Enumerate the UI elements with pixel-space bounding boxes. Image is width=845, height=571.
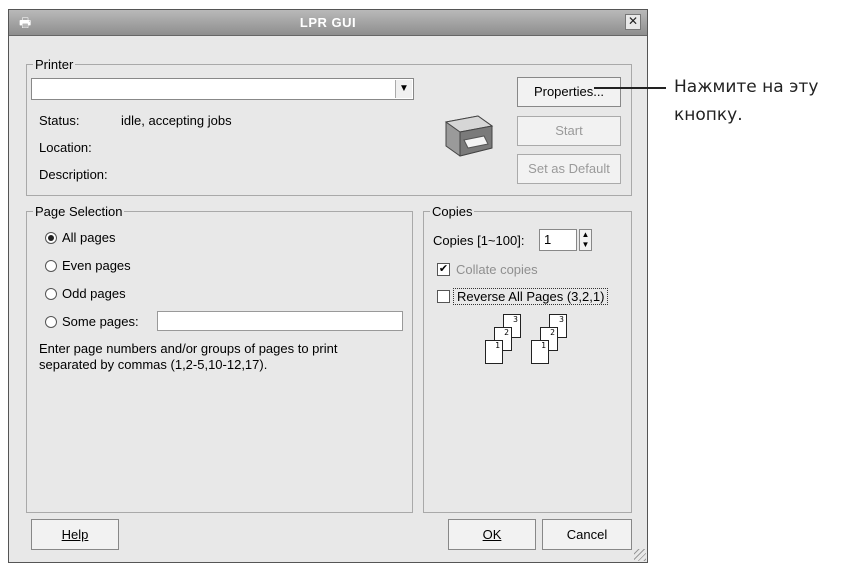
radio-all-pages[interactable] xyxy=(45,232,57,244)
copies-stepper[interactable]: ▲ ▼ xyxy=(579,229,592,251)
help-button[interactable]: Help xyxy=(31,519,119,550)
status-label: Status: xyxy=(39,113,80,128)
ok-button-label: OK xyxy=(482,527,502,542)
page-range-hint-1: Enter page numbers and/or groups of page… xyxy=(39,341,338,356)
set-default-button[interactable]: Set as Default xyxy=(517,154,621,184)
reverse-checkbox[interactable] xyxy=(437,290,450,303)
even-pages-label: Even pages xyxy=(62,258,131,273)
printer-group-label: Printer xyxy=(33,57,76,72)
copies-spinbox[interactable]: 1 xyxy=(539,229,577,251)
some-pages-label: Some pages: xyxy=(62,314,139,329)
collate-page-1a: 1 xyxy=(485,340,503,364)
copies-group: Copies xyxy=(423,204,632,513)
collate-checkbox[interactable]: ✔ xyxy=(437,263,450,276)
annotation-text: Нажмите на эту кнопку. xyxy=(674,73,818,129)
cancel-button[interactable]: Cancel xyxy=(542,519,632,550)
page-range-input[interactable] xyxy=(157,311,403,331)
ok-button[interactable]: OK xyxy=(448,519,536,550)
annotation-line-2: кнопку. xyxy=(674,105,743,125)
copies-label: Copies [1~100]: xyxy=(433,233,525,248)
help-button-label: Help xyxy=(61,527,89,542)
start-button[interactable]: Start xyxy=(517,116,621,146)
annotation-leader-line xyxy=(594,87,666,89)
location-label: Location: xyxy=(39,140,92,155)
chevron-down-icon[interactable]: ▼ xyxy=(395,80,412,98)
resize-grip[interactable] xyxy=(634,549,646,561)
collate-label: Collate copies xyxy=(456,262,538,277)
title-bar[interactable]: 🖶 LPR GUI ✕ xyxy=(9,10,647,36)
page-selection-label: Page Selection xyxy=(33,204,125,219)
odd-pages-label: Odd pages xyxy=(62,286,126,301)
close-button[interactable]: ✕ xyxy=(625,14,641,30)
description-label: Description: xyxy=(39,167,108,182)
page-range-hint-2: separated by commas (1,2-5,10-12,17). xyxy=(39,357,268,372)
annotation-line-1: Нажмите на эту xyxy=(674,77,819,97)
radio-some-pages[interactable] xyxy=(45,316,57,328)
reverse-label: Reverse All Pages (3,2,1) xyxy=(453,288,609,305)
printer-icon xyxy=(444,115,494,157)
window-title: LPR GUI xyxy=(299,15,357,30)
properties-button[interactable]: Properties... xyxy=(517,77,621,107)
collate-page-1b: 1 xyxy=(531,340,549,364)
cancel-button-label: Cancel xyxy=(566,527,608,542)
status-value: idle, accepting jobs xyxy=(121,113,232,128)
radio-odd-pages[interactable] xyxy=(45,288,57,300)
all-pages-label: All pages xyxy=(62,230,116,245)
printer-select[interactable]: ▼ xyxy=(31,78,414,100)
radio-even-pages[interactable] xyxy=(45,260,57,272)
copies-group-label: Copies xyxy=(430,204,475,219)
